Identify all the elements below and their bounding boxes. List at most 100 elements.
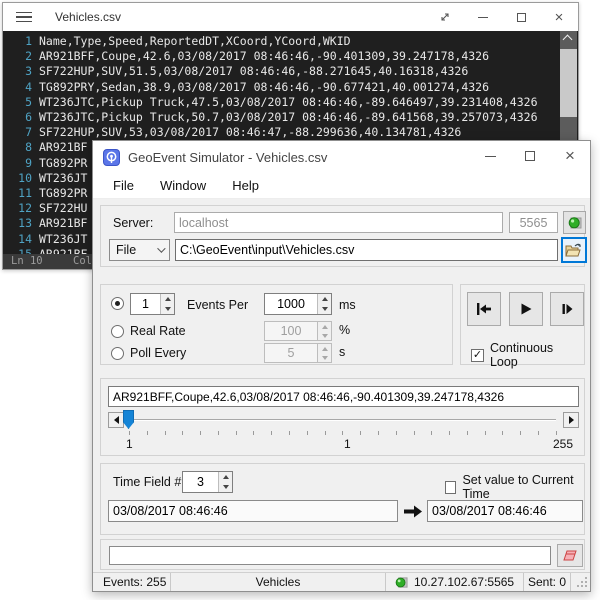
line-number: 6 — [3, 110, 39, 125]
slider-tick — [556, 431, 557, 435]
slider-tick — [485, 431, 486, 435]
line-text: AR921BFF,Coupe,42.6,03/08/2017 08:46:46,… — [39, 49, 489, 63]
line-number: 1 — [3, 34, 39, 49]
message-log-field[interactable] — [109, 546, 551, 565]
simulator-statusbar: Events: 255 Vehicles 10.27.102.67:5565 S… — [93, 572, 590, 591]
set-current-time-checkbox[interactable] — [445, 481, 456, 494]
resize-grip[interactable] — [576, 576, 588, 588]
poll-seconds-spinner[interactable]: 5 — [264, 343, 332, 363]
menu-file[interactable]: File — [113, 178, 134, 193]
line-text: AR921BF — [39, 247, 87, 254]
scrollbar-thumb[interactable] — [560, 49, 577, 117]
spin-down-icon[interactable] — [318, 304, 331, 314]
endpoint-segment: 10.27.102.67:5565 — [386, 573, 524, 591]
interval-ms-spinner[interactable]: 1000 — [264, 293, 332, 315]
csv-line: 7SF722HUP,SUV,53,03/08/2017 08:46:47,-88… — [3, 125, 578, 140]
spin-up-icon[interactable] — [219, 472, 232, 482]
arrow-left-icon — [114, 416, 119, 424]
continuous-loop-checkbox[interactable]: ✓ — [471, 349, 484, 362]
time-to-field[interactable]: 03/08/2017 08:46:46 — [427, 500, 583, 522]
server-label: Server: — [113, 216, 153, 230]
step-forward-icon — [559, 301, 575, 317]
slider-tick — [431, 431, 432, 435]
clear-button[interactable] — [557, 544, 583, 567]
current-event-field[interactable]: AR921BFF,Coupe,42.6,03/08/2017 08:46:46,… — [108, 386, 579, 407]
percent-unit-label: % — [339, 323, 350, 337]
rewind-to-start-button[interactable] — [467, 292, 501, 326]
feed-name: Vehicles — [256, 575, 301, 589]
slider-thumb[interactable] — [123, 410, 134, 429]
slider-tick — [538, 431, 539, 435]
close-button[interactable]: × — [550, 141, 590, 171]
time-field-spinner[interactable]: 3 — [182, 471, 233, 493]
connection-status-icon — [395, 576, 408, 589]
file-path-input[interactable]: C:\GeoEvent\input\Vehicles.csv — [175, 239, 558, 261]
menu-window[interactable]: Window — [160, 178, 206, 193]
spin-down-icon — [318, 353, 331, 362]
editor-title: Vehicles.csv — [55, 10, 121, 24]
slider-max-label: 255 — [553, 437, 573, 451]
poll-every-label: Poll Every — [130, 346, 186, 360]
spin-up-icon — [318, 322, 331, 331]
slider-tick — [502, 431, 503, 435]
slider-tick — [182, 431, 183, 435]
poll-every-radio[interactable] — [111, 347, 124, 360]
ms-unit-label: ms — [339, 298, 356, 312]
browse-button[interactable] — [561, 237, 587, 263]
line-text: AR921BF — [39, 140, 87, 154]
line-text: AR921BF — [39, 216, 87, 230]
play-button[interactable] — [509, 292, 543, 326]
playback-groupbox: ✓ Continuous Loop — [460, 284, 585, 365]
endpoint-address: 10.27.102.67:5565 — [414, 575, 514, 589]
slider-min-label: 1 — [126, 437, 133, 451]
source-type-value: File — [116, 243, 136, 257]
time-groupbox: Time Field # 3 Set value to Current Time… — [100, 463, 585, 535]
close-button[interactable]: × — [540, 3, 578, 31]
spin-up-icon[interactable] — [318, 294, 331, 304]
menu-icon[interactable] — [16, 12, 32, 23]
slider-tick — [307, 431, 308, 435]
maximize-button[interactable] — [502, 3, 540, 31]
line-number: 2 — [3, 49, 39, 64]
continuous-loop-option[interactable]: ✓ Continuous Loop — [471, 341, 584, 369]
event-count-spinner[interactable]: 1 — [130, 293, 175, 315]
seconds-unit-label: s — [339, 345, 345, 359]
spin-down-icon[interactable] — [161, 304, 174, 314]
line-text: TG892PRY,Sedan,38.9,03/08/2017 08:46:46,… — [39, 80, 489, 94]
maximize-button[interactable] — [510, 141, 550, 171]
slider-track[interactable] — [128, 419, 556, 421]
skip-to-start-icon — [475, 301, 493, 317]
events-per-radio[interactable] — [111, 297, 124, 310]
spin-up-icon[interactable] — [161, 294, 174, 304]
connection-groupbox: Server: localhost 5565 File C:\GeoEvent\… — [100, 205, 585, 267]
server-host-input[interactable]: localhost — [174, 212, 503, 233]
slider-tick — [218, 431, 219, 435]
log-groupbox — [100, 539, 585, 570]
line-number: 9 — [3, 156, 39, 171]
slider-tick — [271, 431, 272, 435]
server-port-input[interactable]: 5565 — [509, 212, 558, 233]
real-rate-radio[interactable] — [111, 325, 124, 338]
line-number: 11 — [3, 186, 39, 201]
rate-groupbox: 1 Events Per 1000 ms Real Rate 100 % Pol… — [100, 284, 453, 365]
connect-button[interactable] — [563, 211, 586, 234]
chevron-down-icon — [157, 244, 165, 252]
line-text: TG892PR — [39, 186, 87, 200]
minimize-button[interactable] — [464, 3, 502, 31]
step-button[interactable] — [550, 292, 584, 326]
time-from-field[interactable]: 03/08/2017 08:46:46 — [108, 500, 398, 522]
minimize-button[interactable] — [470, 141, 510, 171]
connection-status-icon — [568, 216, 582, 230]
expand-diagonal-button[interactable] — [426, 3, 464, 31]
menu-help[interactable]: Help — [232, 178, 259, 193]
slider-tick — [165, 431, 166, 435]
real-rate-spinner[interactable]: 100 — [264, 321, 332, 341]
slider-right-button[interactable] — [563, 412, 579, 428]
source-type-select[interactable]: File — [109, 239, 170, 261]
slider-left-button[interactable] — [108, 412, 124, 428]
line-text: SF722HUP,SUV,51.5,03/08/2017 08:46:46,-8… — [39, 64, 468, 78]
sent-count-segment: Sent: 0 — [524, 573, 571, 591]
spin-down-icon[interactable] — [219, 482, 232, 492]
slider-tick — [147, 431, 148, 435]
set-current-time-option[interactable]: Set value to Current Time — [445, 473, 584, 501]
